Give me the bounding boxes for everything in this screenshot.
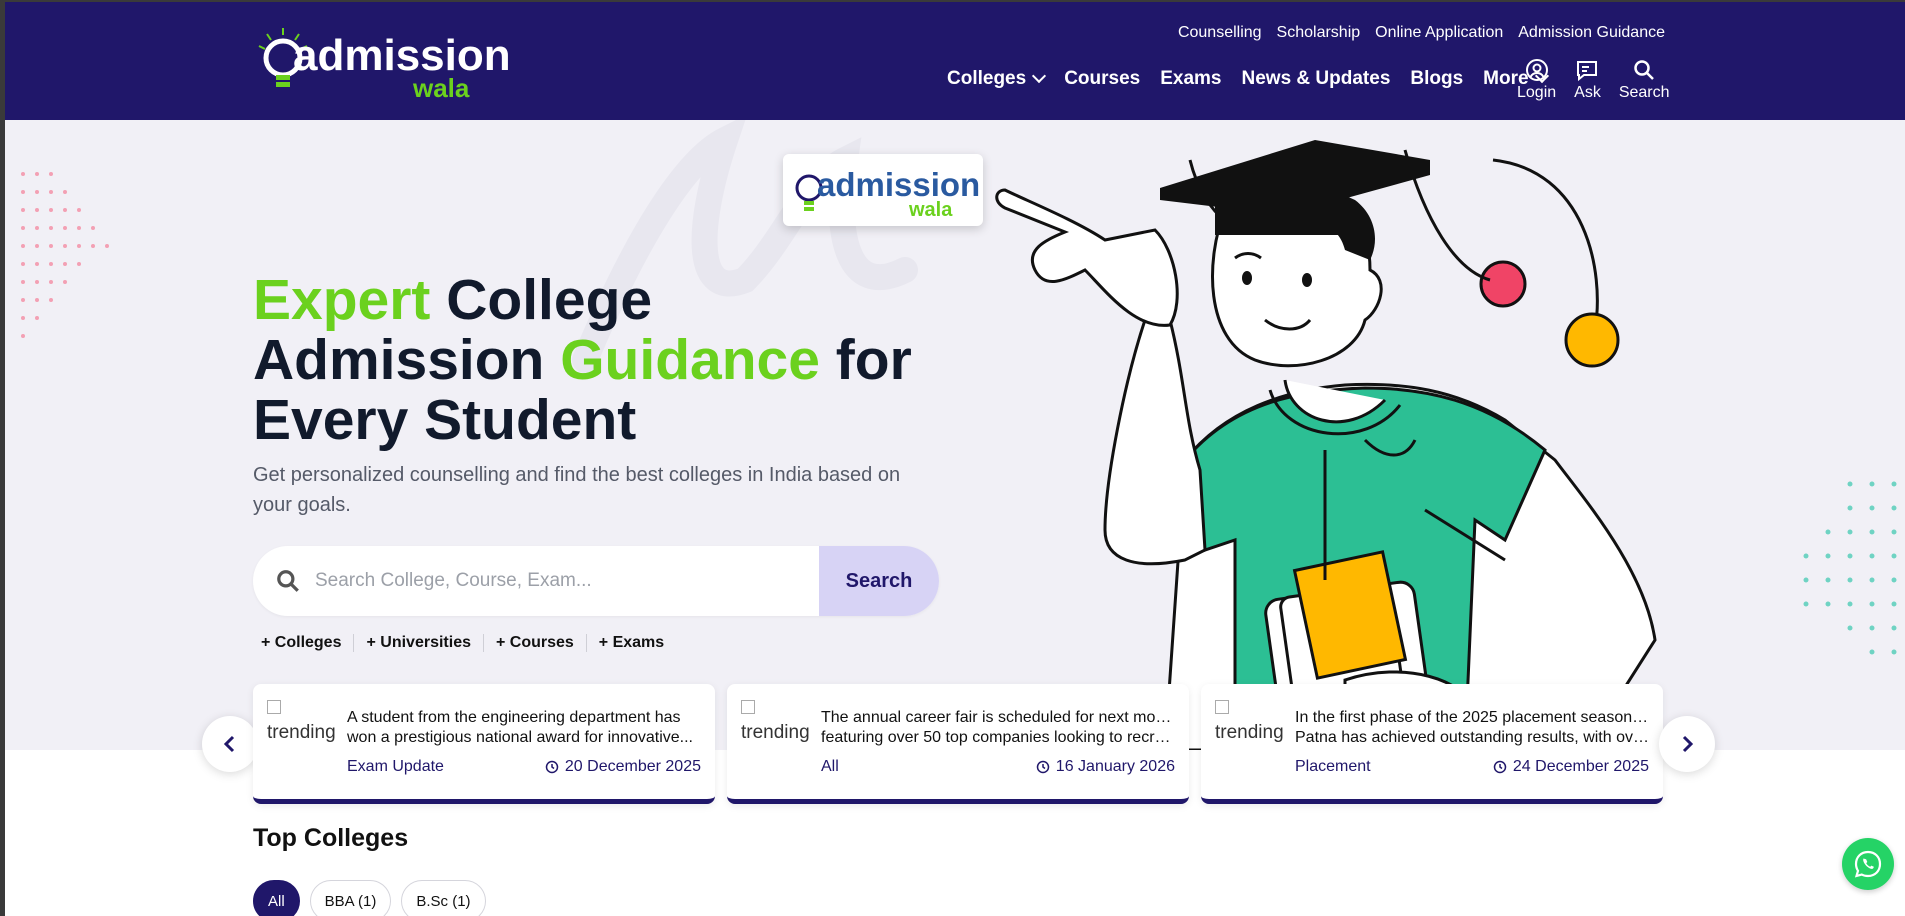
logo-word-admission: admission [293, 31, 511, 80]
news-thumbnail: trending [741, 700, 811, 750]
broken-image-icon [741, 700, 755, 714]
hero-headline: Expert College Admission Guidance for Ev… [253, 270, 973, 450]
headline-word-expert: Expert [253, 268, 431, 332]
user-circle-icon [1525, 59, 1548, 81]
chevron-down-icon [1032, 68, 1047, 84]
news-card[interactable]: trending A student from the engineering … [253, 684, 715, 804]
toplink-scholarship[interactable]: Scholarship [1277, 24, 1361, 42]
admissionwala-logo[interactable]: admission wala [253, 20, 523, 106]
headline-word-admission: Admission [253, 328, 561, 392]
filter-all[interactable]: All [253, 880, 300, 916]
logo-word-wala: wala [412, 73, 470, 103]
clock-icon [1493, 760, 1507, 774]
news-date-text: 20 December 2025 [564, 758, 701, 775]
search-nav-button[interactable]: Search [1619, 58, 1670, 102]
nav-blogs[interactable]: Blogs [1410, 68, 1463, 90]
news-category: Exam Update [347, 758, 444, 775]
nav-colleges[interactable]: Colleges [947, 68, 1047, 90]
news-headline-line2: won a prestigious national award for inn… [347, 729, 693, 746]
clock-icon [545, 760, 559, 774]
headline-word-guidance: Guidance [560, 328, 820, 392]
ask-label: Ask [1574, 84, 1601, 101]
floating-logo-badge: admission wala [783, 154, 983, 226]
quicklink-universities[interactable]: + Universities [354, 634, 484, 652]
hero-search-input[interactable] [315, 570, 795, 592]
news-date-text: 16 January 2026 [1055, 758, 1175, 775]
carousel-prev-button[interactable] [202, 716, 258, 772]
login-button[interactable]: Login [1517, 58, 1556, 102]
news-headline-line2: Patna has achieved outstanding results, … [1295, 729, 1651, 746]
news-date-text: 24 December 2025 [1512, 758, 1649, 775]
carousel-next-button[interactable] [1659, 716, 1715, 772]
news-carousel: trending A student from the engineering … [5, 684, 1905, 804]
news-date: 16 January 2026 [1036, 758, 1175, 776]
badge-word-admission: admission [817, 166, 980, 203]
news-headline: In the first phase of the 2025 placement… [1295, 708, 1651, 748]
news-date: 20 December 2025 [545, 758, 701, 776]
hero-subtitle: Get personalized counselling and find th… [253, 464, 901, 516]
nav-exams[interactable]: Exams [1160, 68, 1221, 90]
nav-colleges-label: Colleges [947, 68, 1027, 89]
news-card[interactable]: trending In the first phase of the 2025 … [1201, 684, 1663, 804]
toplink-counselling[interactable]: Counselling [1178, 24, 1262, 42]
whatsapp-chat-button[interactable] [1842, 838, 1894, 890]
quicklink-exams[interactable]: + Exams [587, 634, 676, 652]
chevron-left-icon [223, 735, 235, 753]
thumb-alt-text: trending [267, 722, 336, 743]
login-label: Login [1517, 84, 1557, 101]
search-icon [1634, 60, 1655, 80]
nav-news-updates[interactable]: News & Updates [1242, 68, 1391, 90]
badge-word-wala: wala [908, 199, 953, 221]
decorative-dots-pink [21, 172, 109, 338]
quicklink-colleges[interactable]: + Colleges [261, 634, 355, 652]
whatsapp-icon [1854, 850, 1882, 878]
header-actions: Login Ask Search [1517, 58, 1670, 102]
news-headline: The annual career fair is scheduled for … [821, 708, 1177, 748]
chat-question-icon [1577, 61, 1598, 82]
college-filter-pills: All BBA (1) B.Sc (1) [253, 880, 486, 916]
search-nav-label: Search [1618, 84, 1670, 101]
news-headline-line1: The annual career fair is scheduled for … [821, 709, 1177, 726]
site-header: admission wala Counselling Scholarship O… [5, 2, 1905, 120]
toplink-admission-guidance[interactable]: Admission Guidance [1518, 24, 1665, 42]
hero-search-bar: Search [253, 546, 939, 616]
news-category: Placement [1295, 758, 1371, 775]
broken-image-icon [267, 700, 281, 714]
graduate-student-illustration [995, 140, 1657, 750]
clock-icon [1036, 760, 1050, 774]
news-date: 24 December 2025 [1493, 758, 1649, 776]
main-nav: Colleges Courses Exams News & Updates Bl… [947, 68, 1549, 90]
hero-search-button[interactable]: Search [819, 546, 939, 616]
nav-courses[interactable]: Courses [1064, 68, 1140, 90]
hero-section: Expert College Admission Guidance for Ev… [5, 120, 1905, 750]
news-headline-line1: A student from the engineering departmen… [347, 709, 681, 726]
toplink-online-application[interactable]: Online Application [1375, 24, 1503, 42]
headline-word-college: College [430, 268, 653, 332]
chevron-right-icon [1682, 735, 1694, 753]
news-thumbnail: trending [267, 700, 337, 750]
news-headline: A student from the engineering departmen… [347, 708, 703, 748]
broken-image-icon [1215, 700, 1229, 714]
news-headline-line2: featuring over 50 top companies looking … [821, 729, 1177, 746]
search-icon [277, 570, 299, 592]
news-thumbnail: trending [1215, 700, 1285, 750]
news-category: All [821, 758, 839, 775]
filter-bsc[interactable]: B.Sc (1) [401, 880, 486, 916]
news-headline-line1: In the first phase of the 2025 placement… [1295, 709, 1651, 726]
decorative-dots-teal [1803, 481, 1897, 655]
news-card[interactable]: trending The annual career fair is sched… [727, 684, 1189, 804]
top-colleges-title: Top Colleges [253, 824, 409, 852]
thumb-alt-text: trending [741, 722, 810, 743]
top-links: Counselling Scholarship Online Applicati… [1178, 24, 1665, 42]
quicklink-courses[interactable]: + Courses [484, 634, 587, 652]
filter-bba[interactable]: BBA (1) [309, 880, 392, 916]
ask-button[interactable]: Ask [1574, 58, 1601, 102]
thumb-alt-text: trending [1215, 722, 1284, 743]
quick-links: + Colleges + Universities + Courses + Ex… [261, 634, 676, 652]
browser-viewport: admission wala Counselling Scholarship O… [0, 0, 1905, 916]
